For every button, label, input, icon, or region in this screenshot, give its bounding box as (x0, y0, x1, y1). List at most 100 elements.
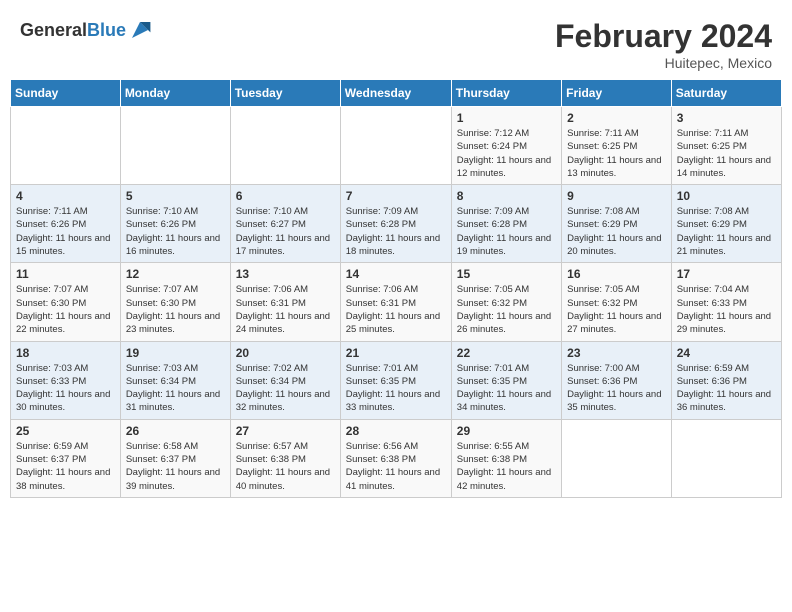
day-number: 14 (346, 267, 446, 281)
day-number: 8 (457, 189, 556, 203)
calendar-cell: 18 Sunrise: 7:03 AMSunset: 6:33 PMDayligh… (11, 341, 121, 419)
day-info: Sunrise: 7:10 AMSunset: 6:26 PMDaylight:… (126, 205, 225, 258)
calendar-cell: 26 Sunrise: 6:58 AMSunset: 6:37 PMDayligh… (120, 419, 230, 497)
day-number: 21 (346, 346, 446, 360)
weekday-header-row: SundayMondayTuesdayWednesdayThursdayFrid… (11, 80, 782, 107)
weekday-header-saturday: Saturday (671, 80, 781, 107)
logo-general: General (20, 20, 87, 40)
calendar-week-row: 11Sunrise: 7:07 AMSunset: 6:30 PMDayligh… (11, 263, 782, 341)
day-number: 23 (567, 346, 666, 360)
calendar-cell: 20 Sunrise: 7:02 AMSunset: 6:34 PMDayligh… (230, 341, 340, 419)
day-info: Sunrise: 7:09 AMSunset: 6:28 PMDaylight:… (457, 205, 556, 258)
day-number: 3 (677, 111, 776, 125)
day-number: 11 (16, 267, 115, 281)
day-number: 20 (236, 346, 335, 360)
day-number: 10 (677, 189, 776, 203)
day-info: Sunrise: 7:12 AMSunset: 6:24 PMDaylight:… (457, 127, 556, 180)
calendar-cell: 13 Sunrise: 7:06 AMSunset: 6:31 PMDayligh… (230, 263, 340, 341)
day-info: Sunrise: 7:10 AMSunset: 6:27 PMDaylight:… (236, 205, 335, 258)
calendar-week-row: 25 Sunrise: 6:59 AMSunset: 6:37 PMDayligh… (11, 419, 782, 497)
calendar-cell: 1 Sunrise: 7:12 AMSunset: 6:24 PMDaylight… (451, 107, 561, 185)
day-info: Sunrise: 6:59 AMSunset: 6:36 PMDaylight:… (677, 362, 776, 415)
day-info: Sunrise: 6:59 AMSunset: 6:37 PMDaylight:… (16, 440, 115, 493)
day-number: 24 (677, 346, 776, 360)
calendar-cell: 6 Sunrise: 7:10 AMSunset: 6:27 PMDaylight… (230, 185, 340, 263)
day-info: Sunrise: 6:58 AMSunset: 6:37 PMDaylight:… (126, 440, 225, 493)
day-info: Sunrise: 7:05 AMSunset: 6:32 PMDaylight:… (567, 283, 666, 336)
day-info: Sunrise: 7:11 AMSunset: 6:26 PMDaylight:… (16, 205, 115, 258)
day-number: 28 (346, 424, 446, 438)
calendar-cell: 28 Sunrise: 6:56 AMSunset: 6:38 PMDayligh… (340, 419, 451, 497)
day-number: 18 (16, 346, 115, 360)
calendar-cell: 19Sunrise: 7:03 AMSunset: 6:34 PMDayligh… (120, 341, 230, 419)
day-number: 1 (457, 111, 556, 125)
day-number: 15 (457, 267, 556, 281)
calendar-cell: 7 Sunrise: 7:09 AMSunset: 6:28 PMDaylight… (340, 185, 451, 263)
calendar-cell: 11Sunrise: 7:07 AMSunset: 6:30 PMDayligh… (11, 263, 121, 341)
day-info: Sunrise: 7:00 AMSunset: 6:36 PMDaylight:… (567, 362, 666, 415)
day-info: Sunrise: 7:02 AMSunset: 6:34 PMDaylight:… (236, 362, 335, 415)
calendar-cell: 17 Sunrise: 7:04 AMSunset: 6:33 PMDayligh… (671, 263, 781, 341)
weekday-header-tuesday: Tuesday (230, 80, 340, 107)
day-info: Sunrise: 7:09 AMSunset: 6:28 PMDaylight:… (346, 205, 446, 258)
day-info: Sunrise: 6:56 AMSunset: 6:38 PMDaylight:… (346, 440, 446, 493)
calendar-cell (230, 107, 340, 185)
calendar-cell: 9 Sunrise: 7:08 AMSunset: 6:29 PMDaylight… (562, 185, 672, 263)
calendar-cell (120, 107, 230, 185)
day-number: 2 (567, 111, 666, 125)
calendar-cell: 10Sunrise: 7:08 AMSunset: 6:29 PMDayligh… (671, 185, 781, 263)
weekday-header-thursday: Thursday (451, 80, 561, 107)
day-number: 7 (346, 189, 446, 203)
calendar-cell: 24 Sunrise: 6:59 AMSunset: 6:36 PMDayligh… (671, 341, 781, 419)
day-number: 16 (567, 267, 666, 281)
calendar-cell: 23 Sunrise: 7:00 AMSunset: 6:36 PMDayligh… (562, 341, 672, 419)
calendar-cell: 14Sunrise: 7:06 AMSunset: 6:31 PMDayligh… (340, 263, 451, 341)
weekday-header-sunday: Sunday (11, 80, 121, 107)
weekday-header-wednesday: Wednesday (340, 80, 451, 107)
day-info: Sunrise: 7:04 AMSunset: 6:33 PMDaylight:… (677, 283, 776, 336)
header: GeneralBlue February 2024 Huitepec, Mexi… (10, 10, 782, 75)
day-info: Sunrise: 7:03 AMSunset: 6:33 PMDaylight:… (16, 362, 115, 415)
day-info: Sunrise: 7:03 AMSunset: 6:34 PMDaylight:… (126, 362, 225, 415)
day-info: Sunrise: 7:01 AMSunset: 6:35 PMDaylight:… (346, 362, 446, 415)
day-info: Sunrise: 7:11 AMSunset: 6:25 PMDaylight:… (677, 127, 776, 180)
day-number: 17 (677, 267, 776, 281)
day-number: 27 (236, 424, 335, 438)
weekday-header-monday: Monday (120, 80, 230, 107)
day-number: 9 (567, 189, 666, 203)
title-area: February 2024 Huitepec, Mexico (555, 18, 772, 71)
calendar-week-row: 1 Sunrise: 7:12 AMSunset: 6:24 PMDaylight… (11, 107, 782, 185)
day-info: Sunrise: 6:55 AMSunset: 6:38 PMDaylight:… (457, 440, 556, 493)
calendar-cell (562, 419, 672, 497)
calendar-cell: 27 Sunrise: 6:57 AMSunset: 6:38 PMDayligh… (230, 419, 340, 497)
day-number: 4 (16, 189, 115, 203)
calendar-cell: 21 Sunrise: 7:01 AMSunset: 6:35 PMDayligh… (340, 341, 451, 419)
calendar-cell: 15Sunrise: 7:05 AMSunset: 6:32 PMDayligh… (451, 263, 561, 341)
day-info: Sunrise: 7:08 AMSunset: 6:29 PMDaylight:… (567, 205, 666, 258)
calendar-table: SundayMondayTuesdayWednesdayThursdayFrid… (10, 79, 782, 498)
day-number: 6 (236, 189, 335, 203)
calendar-cell: 3 Sunrise: 7:11 AMSunset: 6:25 PMDaylight… (671, 107, 781, 185)
calendar-cell: 29Sunrise: 6:55 AMSunset: 6:38 PMDayligh… (451, 419, 561, 497)
calendar-cell: 25 Sunrise: 6:59 AMSunset: 6:37 PMDayligh… (11, 419, 121, 497)
logo: GeneralBlue (20, 18, 152, 42)
calendar-cell: 22 Sunrise: 7:01 AMSunset: 6:35 PMDayligh… (451, 341, 561, 419)
calendar-cell: 2Sunrise: 7:11 AMSunset: 6:25 PMDaylight… (562, 107, 672, 185)
day-info: Sunrise: 6:57 AMSunset: 6:38 PMDaylight:… (236, 440, 335, 493)
calendar-cell: 12Sunrise: 7:07 AMSunset: 6:30 PMDayligh… (120, 263, 230, 341)
calendar-cell: 16 Sunrise: 7:05 AMSunset: 6:32 PMDayligh… (562, 263, 672, 341)
weekday-header-friday: Friday (562, 80, 672, 107)
calendar-week-row: 4 Sunrise: 7:11 AMSunset: 6:26 PMDaylight… (11, 185, 782, 263)
logo-blue: Blue (87, 20, 126, 40)
logo-icon (128, 18, 152, 42)
day-info: Sunrise: 7:06 AMSunset: 6:31 PMDaylight:… (236, 283, 335, 336)
day-number: 13 (236, 267, 335, 281)
calendar-cell (340, 107, 451, 185)
day-number: 26 (126, 424, 225, 438)
day-number: 12 (126, 267, 225, 281)
calendar-cell: 4 Sunrise: 7:11 AMSunset: 6:26 PMDaylight… (11, 185, 121, 263)
calendar-cell: 8 Sunrise: 7:09 AMSunset: 6:28 PMDaylight… (451, 185, 561, 263)
day-number: 25 (16, 424, 115, 438)
day-info: Sunrise: 7:01 AMSunset: 6:35 PMDaylight:… (457, 362, 556, 415)
day-number: 22 (457, 346, 556, 360)
